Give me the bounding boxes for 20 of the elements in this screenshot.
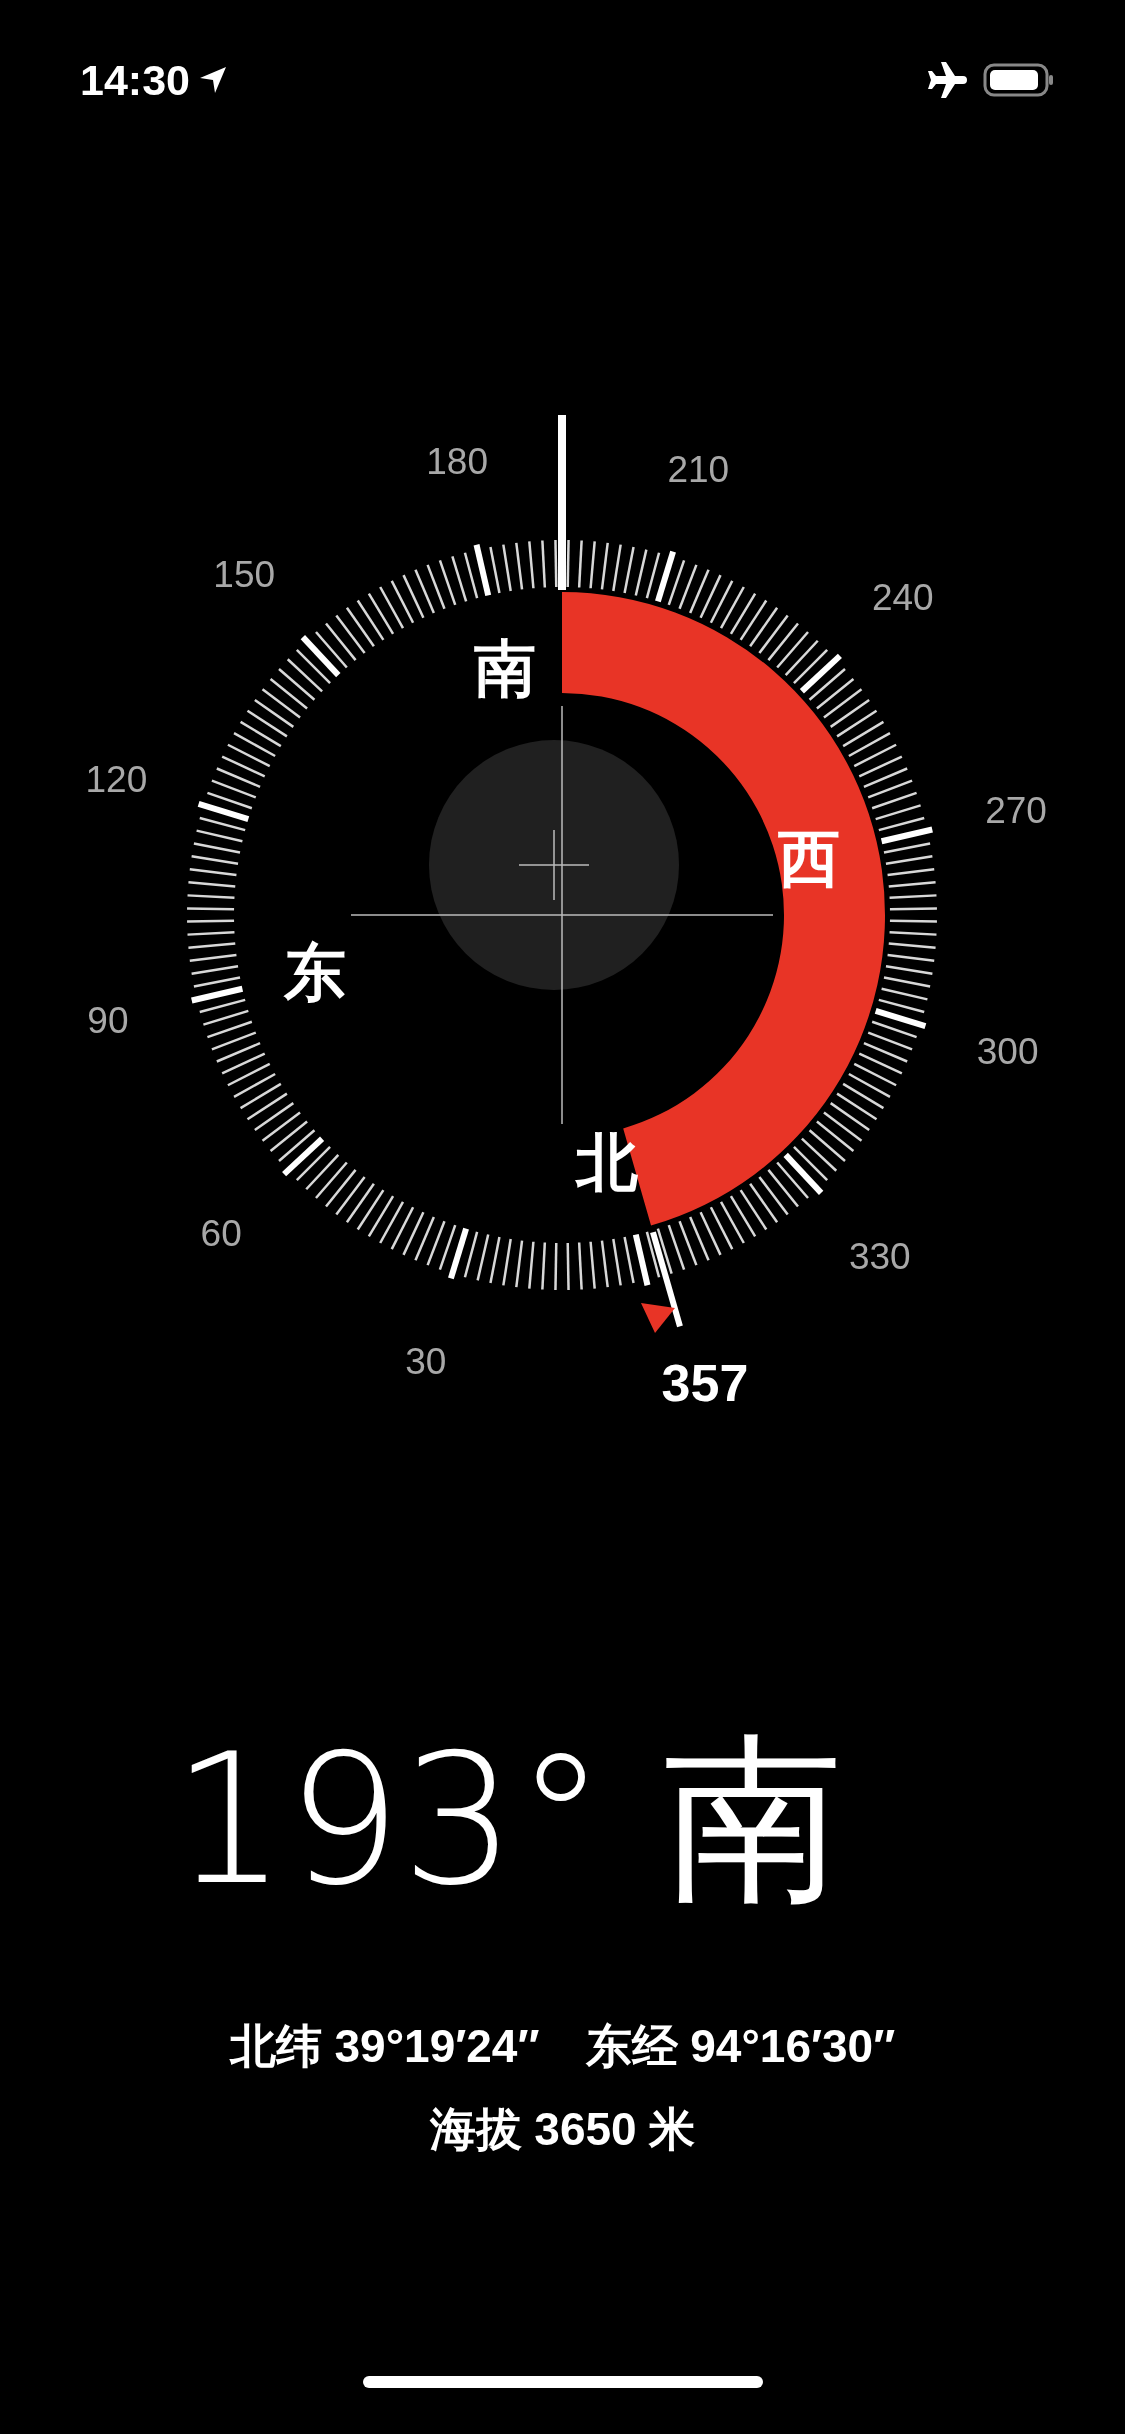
bearing-reading: 357 (661, 1354, 749, 1412)
degree-label: 270 (985, 790, 1047, 832)
degree-label: 150 (213, 554, 276, 596)
latitude-text: 北纬 39°19′24″ (229, 2020, 540, 2073)
degree-label: 30 (405, 1340, 447, 1382)
degree-label: 90 (87, 999, 129, 1041)
heading-reading: 193° 南 (171, 1730, 844, 1910)
degree-label: 210 (667, 449, 730, 491)
degree-label: 240 (871, 577, 934, 619)
status-time: 14:30 (80, 54, 190, 106)
degree-label: 300 (976, 1031, 1039, 1073)
degree-label: 330 (848, 1235, 911, 1277)
altitude-text: 海拔 3650 米 (429, 2102, 696, 2156)
cardinal-label: 南 (474, 632, 537, 706)
longitude-text: 东经 94°16′30″ (585, 2020, 896, 2073)
degree-label: 60 (200, 1212, 242, 1254)
cardinal-label: 西 (777, 822, 840, 896)
degree-label: 180 (426, 440, 489, 482)
cardinal-label: 东 (284, 935, 347, 1009)
degree-label: 120 (85, 758, 148, 800)
